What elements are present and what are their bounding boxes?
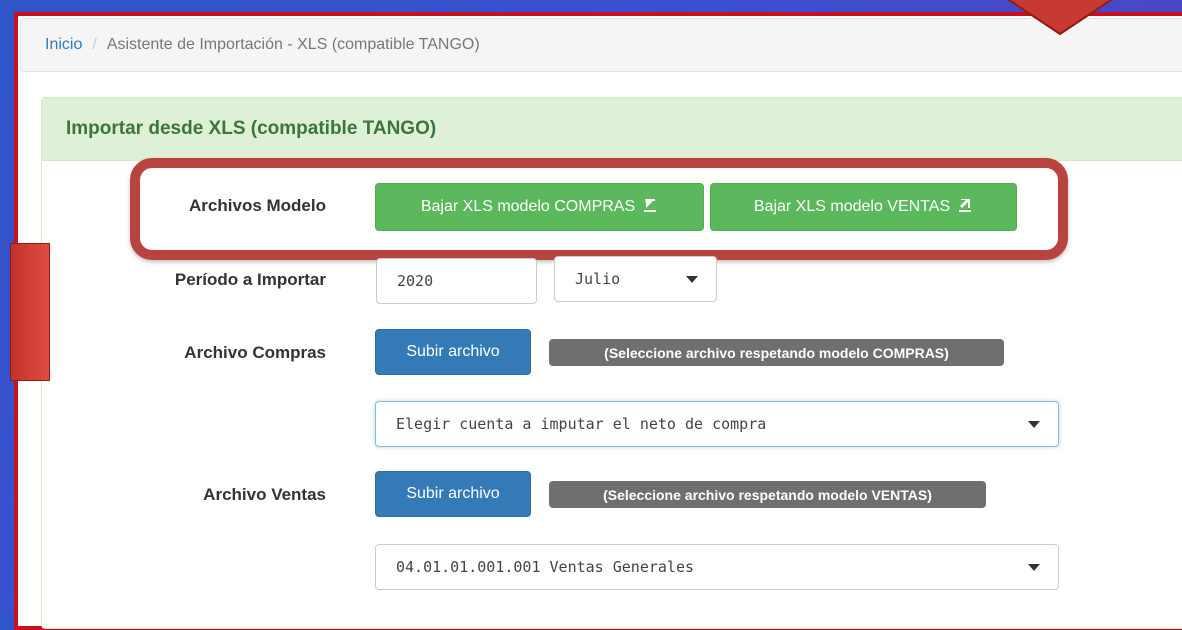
archivo-ventas-label: Archivo Ventas — [203, 485, 326, 504]
compras-account-value: Elegir cuenta a imputar el neto de compr… — [396, 415, 767, 433]
upload-ventas-button[interactable]: Subir archivo — [375, 471, 531, 517]
compras-hint-badge: (Seleccione archivo respetando modelo CO… — [549, 339, 1004, 366]
breadcrumb-separator: / — [92, 36, 97, 53]
month-select[interactable]: Julio — [554, 256, 717, 302]
left-arrow-marker — [10, 243, 50, 381]
compras-account-select[interactable]: Elegir cuenta a imputar el neto de compr… — [375, 401, 1059, 447]
breadcrumb-current: Asistente de Importación - XLS (compatib… — [106, 36, 480, 53]
breadcrumb-home-link[interactable]: Inicio — [45, 36, 82, 54]
year-input[interactable]: 2020 — [376, 258, 537, 304]
chevron-down-icon — [1028, 421, 1040, 428]
ventas-account-select[interactable]: 04.01.01.001.001 Ventas Generales — [375, 544, 1059, 590]
upload-compras-button[interactable]: Subir archivo — [375, 329, 531, 375]
archivo-compras-label: Archivo Compras — [184, 343, 326, 362]
periodo-label: Período a Importar — [174, 270, 326, 289]
chevron-down-icon — [686, 276, 698, 283]
down-arrow-marker — [1007, 0, 1113, 36]
ventas-hint-badge: (Seleccione archivo respetando modelo VE… — [549, 481, 986, 508]
chevron-down-icon — [1028, 564, 1040, 571]
year-value: 2020 — [397, 272, 434, 290]
highlight-box — [130, 158, 1068, 260]
month-value: Julio — [575, 270, 621, 288]
ventas-account-value: 04.01.01.001.001 Ventas Generales — [396, 558, 695, 576]
panel-title: Importar desde XLS (compatible TANGO) — [42, 98, 1182, 161]
